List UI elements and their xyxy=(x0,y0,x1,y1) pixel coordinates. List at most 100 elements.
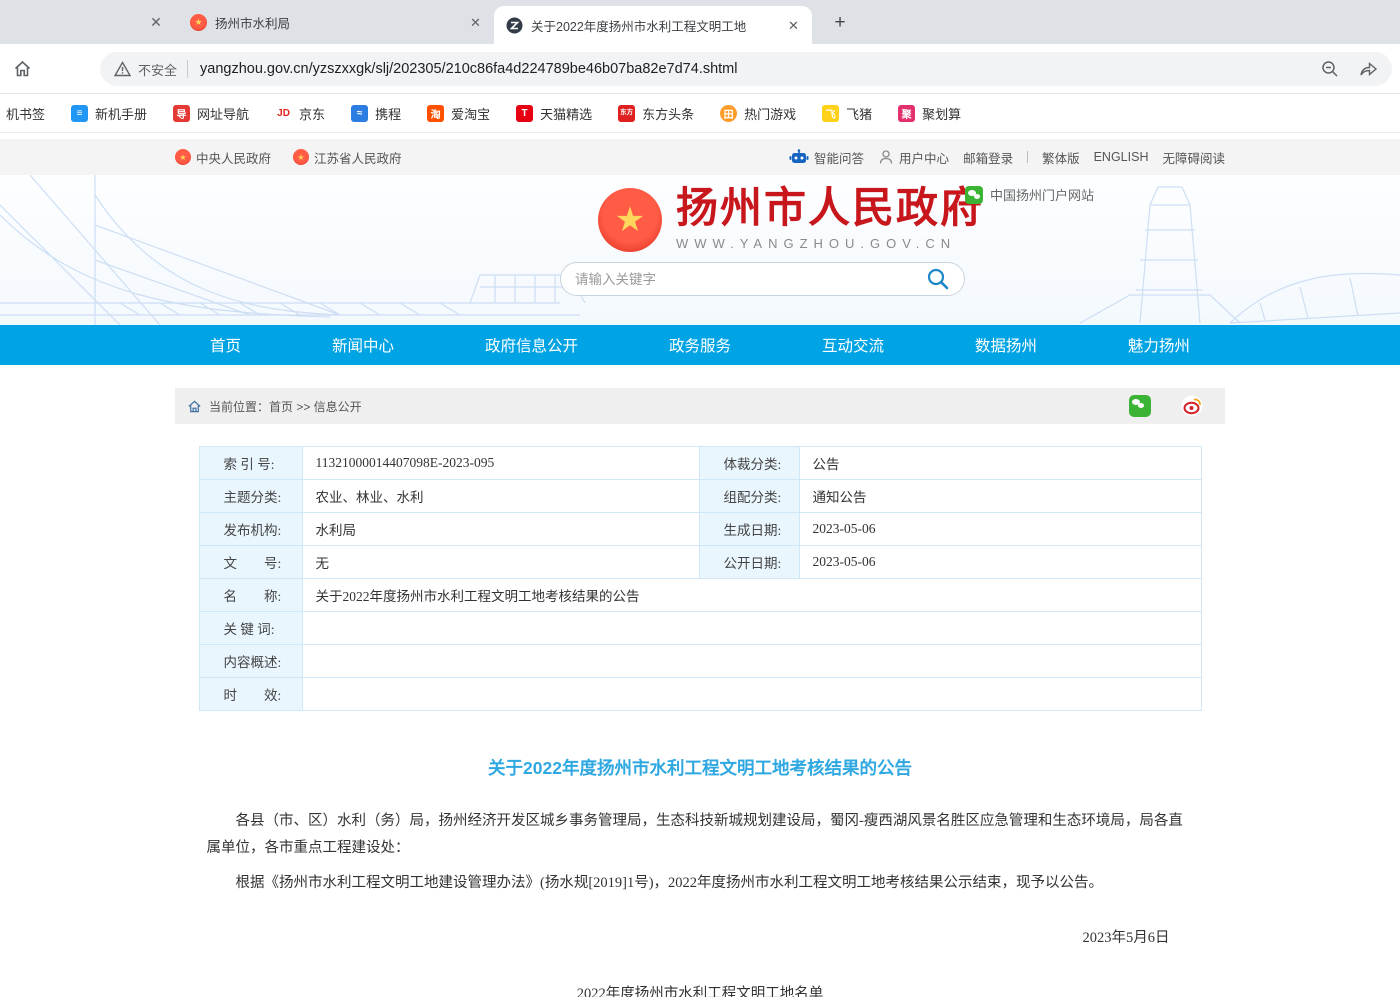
zoom-out-icon[interactable] xyxy=(1320,59,1340,79)
tab-shuiliju[interactable]: 扬州市水利局 ✕ xyxy=(178,0,494,44)
user-icon xyxy=(878,149,894,165)
url-text[interactable]: yangzhou.gov.cn/yzszxxgk/slj/202305/210c… xyxy=(200,61,1310,77)
url-omnibox[interactable]: 不安全 yangzhou.gov.cn/yzszxxgk/slj/202305/… xyxy=(100,52,1392,86)
warning-triangle-icon[interactable] xyxy=(114,61,131,77)
bookmark-ctrip[interactable]: ≈ 携程 xyxy=(351,104,401,123)
site-url-caption: WWW.YANGZHOU.GOV.CN xyxy=(676,236,984,251)
accessibility-link[interactable]: 无障碍阅读 xyxy=(1162,148,1225,167)
home-icon[interactable] xyxy=(187,399,202,414)
search-icon[interactable] xyxy=(926,267,950,291)
eastday-icon: 东方 xyxy=(618,105,635,122)
meta-label-doc-no: 文 号: xyxy=(199,546,302,579)
ctrip-dolphin-icon: ≈ xyxy=(351,105,368,122)
bookmark-label: 聚划算 xyxy=(922,104,961,123)
article-list-title: 2022年度扬州市水利工程文明工地名单 xyxy=(199,982,1202,997)
meta-label-created-date: 生成日期: xyxy=(699,513,799,546)
new-tab-button[interactable]: + xyxy=(828,11,852,35)
gov-link-label: 中央人民政府 xyxy=(196,148,271,167)
site-logo[interactable]: 扬州市人民政府 WWW.YANGZHOU.GOV.CN xyxy=(598,188,984,252)
document-meta-table: 索 引 号: 11321000014407098E-2023-095 体裁分类:… xyxy=(199,446,1202,711)
security-label: 不安全 xyxy=(138,60,177,79)
meta-value-index-no: 11321000014407098E-2023-095 xyxy=(302,447,699,480)
table-row: 时 效: xyxy=(199,678,1201,711)
share-wechat-icon[interactable] xyxy=(1129,395,1151,417)
mail-login-label: 邮箱登录 xyxy=(963,148,1013,167)
meta-label-agency: 发布机构: xyxy=(199,513,302,546)
home-icon[interactable] xyxy=(12,58,33,79)
gov-emblem-favicon-icon xyxy=(190,14,207,31)
bookmark-jd[interactable]: JD 京东 xyxy=(275,104,325,123)
bookmark-label: 飞猪 xyxy=(846,104,872,123)
bookmark-eastday[interactable]: 东方 东方头条 xyxy=(618,104,694,123)
bookmark-games[interactable]: 田 热门游戏 xyxy=(720,104,796,123)
nav-item-charm[interactable]: 魅力扬州 xyxy=(1128,334,1190,356)
article-paragraph: 根据《扬州市水利工程文明工地建设管理办法》(扬水规[2019]1号)，2022年… xyxy=(199,870,1202,897)
search-input[interactable] xyxy=(575,272,926,287)
meta-value-validity xyxy=(302,678,1201,711)
nav-item-interaction[interactable]: 互动交流 xyxy=(822,334,884,356)
close-icon[interactable]: ✕ xyxy=(467,14,484,31)
bookmark-label: 新机手册 xyxy=(95,104,147,123)
address-bar: 不安全 yangzhou.gov.cn/yzszxxgk/slj/202305/… xyxy=(0,44,1400,94)
portal-label: 中国扬州门户网站 xyxy=(990,185,1094,204)
breadcrumb-text[interactable]: 当前位置：首页 >> 信息公开 xyxy=(209,398,362,415)
page-content: 当前位置：首页 >> 信息公开 索 引 号: 11321000014407098… xyxy=(175,388,1225,997)
nav-item-services[interactable]: 政务服务 xyxy=(669,334,731,356)
close-icon[interactable]: ✕ xyxy=(785,17,802,34)
user-center-link[interactable]: 用户中心 xyxy=(878,148,949,167)
bookmark-label: 热门游戏 xyxy=(744,104,796,123)
bookmark-phone-bookmarks[interactable]: 机书签 xyxy=(0,104,45,123)
site-utility-bar: 中央人民政府 江苏省人民政府 智能问答 用户中心 邮箱登录 繁体版 ENGLI xyxy=(0,139,1400,175)
bookmark-fliggy[interactable]: 飞 飞猪 xyxy=(822,104,872,123)
meta-label-title: 名 称: xyxy=(199,579,302,612)
share-icon[interactable] xyxy=(1358,59,1378,79)
nav-item-info-disclosure[interactable]: 政府信息公开 xyxy=(485,334,578,356)
site-header: 扬州市人民政府 WWW.YANGZHOU.GOV.CN 中国扬州门户网站 xyxy=(0,175,1400,325)
meta-value-keywords xyxy=(302,612,1201,645)
bookmark-tmall[interactable]: T 天猫精选 xyxy=(516,104,592,123)
tab-title: 关于2022年度扬州市水利工程文明工地 xyxy=(531,16,775,35)
english-label: ENGLISH xyxy=(1094,150,1149,164)
browser-tab-bar: ✕ 扬州市水利局 ✕ 关于2022年度扬州市水利工程文明工地 ✕ + xyxy=(0,0,1400,44)
link-jiangsu-government[interactable]: 江苏省人民政府 xyxy=(293,148,402,167)
close-icon[interactable]: ✕ xyxy=(148,14,164,30)
share-weibo-icon[interactable] xyxy=(1181,395,1203,417)
meta-label-index-no: 索 引 号: xyxy=(199,447,302,480)
meta-label-topic: 主题分类: xyxy=(199,480,302,513)
bookmark-nav-site[interactable]: 导 网址导航 xyxy=(173,104,249,123)
bookmark-manual[interactable]: ≡ 新机手册 xyxy=(71,104,147,123)
omnibox-divider xyxy=(187,60,188,78)
link-central-government[interactable]: 中央人民政府 xyxy=(175,148,271,167)
gov-link-label: 江苏省人民政府 xyxy=(314,148,402,167)
table-row: 主题分类: 农业、林业、水利 组配分类: 通知公告 xyxy=(199,480,1201,513)
tab-active-announcement[interactable]: 关于2022年度扬州市水利工程文明工地 ✕ xyxy=(494,6,812,44)
robot-icon xyxy=(789,149,809,166)
nav-item-news[interactable]: 新闻中心 xyxy=(332,334,394,356)
bookmark-label: 携程 xyxy=(375,104,401,123)
bookmark-juhuasuan[interactable]: 聚 聚划算 xyxy=(898,104,961,123)
meta-label-publish-date: 公开日期: xyxy=(699,546,799,579)
breadcrumb: 当前位置：首页 >> 信息公开 xyxy=(175,388,1225,424)
article-date: 2023年5月6日 xyxy=(199,926,1202,947)
nav-item-home[interactable]: 首页 xyxy=(210,334,241,356)
meta-value-genre: 公告 xyxy=(799,447,1201,480)
mail-login-link[interactable]: 邮箱登录 xyxy=(963,148,1013,167)
traditional-version-link[interactable]: 繁体版 xyxy=(1042,148,1080,167)
bookmark-label: 机书签 xyxy=(6,104,45,123)
smart-qa-label: 智能问答 xyxy=(814,148,864,167)
english-version-link[interactable]: ENGLISH xyxy=(1094,150,1149,164)
nav-item-data[interactable]: 数据扬州 xyxy=(975,334,1037,356)
tmall-icon: T xyxy=(516,105,533,122)
table-row: 内容概述: xyxy=(199,645,1201,678)
article-paragraph: 各县（市、区）水利（务）局，扬州经济开发区城乡事务管理局，生态科技新城规划建设局… xyxy=(199,808,1202,862)
portal-wechat-tag[interactable]: 中国扬州门户网站 xyxy=(965,185,1094,204)
meta-value-agency: 水利局 xyxy=(302,513,699,546)
table-row: 关 键 词: xyxy=(199,612,1201,645)
accessibility-label: 无障碍阅读 xyxy=(1162,148,1225,167)
table-row: 索 引 号: 11321000014407098E-2023-095 体裁分类:… xyxy=(199,447,1201,480)
smart-qa-link[interactable]: 智能问答 xyxy=(789,148,864,167)
bookmark-label: 东方头条 xyxy=(642,104,694,123)
table-row: 发布机构: 水利局 生成日期: 2023-05-06 xyxy=(199,513,1201,546)
bookmark-aitaobao[interactable]: 淘 爱淘宝 xyxy=(427,104,490,123)
nav-site-icon: 导 xyxy=(173,105,190,122)
